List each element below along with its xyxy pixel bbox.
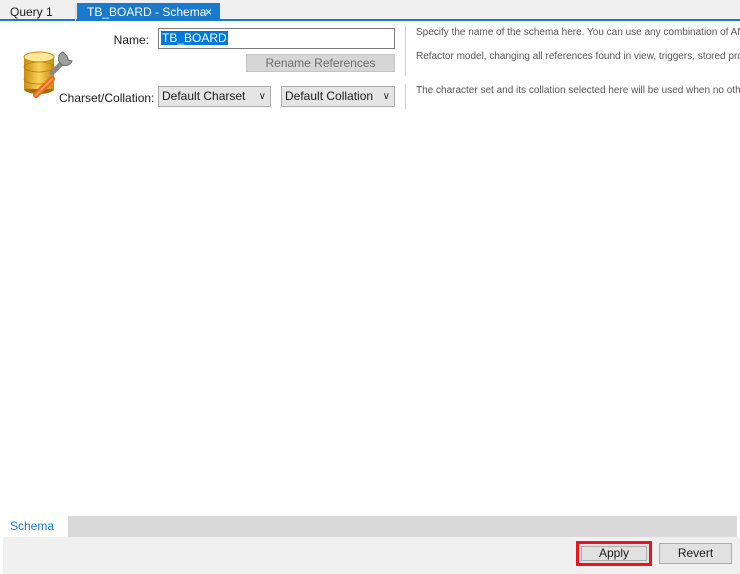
chevron-down-icon: ∨ [258, 91, 266, 102]
editor-tab-bar: Query 1 TB_BOARD - Schema × [0, 0, 740, 21]
footer-bar: Apply Revert [3, 537, 740, 574]
charset-help-text: The character set and its collation sele… [405, 84, 740, 109]
name-help-text: Specify the name of the schema here. You… [405, 26, 740, 76]
tab-label: TB_BOARD - Schema [87, 5, 207, 19]
name-label: Name: [113, 33, 149, 47]
collation-select[interactable]: Default Collation ∨ [281, 86, 395, 107]
chevron-down-icon: ∨ [382, 91, 390, 102]
charset-value: Default Charset [162, 89, 246, 103]
rename-references-button[interactable]: Rename References [246, 54, 395, 72]
tab-query-1[interactable]: Query 1 [0, 3, 76, 21]
tab-label: Query 1 [10, 5, 53, 19]
tab-schema[interactable]: TB_BOARD - Schema × [77, 3, 220, 21]
bottom-tab-bar: Schema [3, 516, 737, 537]
collation-value: Default Collation [285, 89, 374, 103]
schema-name-value: TB_BOARD [161, 31, 228, 45]
schema-name-input[interactable]: TB_BOARD [158, 28, 395, 49]
schema-editor-panel: Name: TB_BOARD Rename References Charset… [3, 21, 740, 516]
charset-select[interactable]: Default Charset ∨ [158, 86, 271, 107]
tab-schema-bottom[interactable]: Schema [3, 516, 68, 537]
apply-button[interactable]: Apply [576, 541, 652, 566]
help-line: The character set and its collation sele… [416, 85, 740, 96]
help-line: Specify the name of the schema here. You… [416, 27, 740, 38]
charset-collation-label: Charset/Collation: [59, 91, 155, 105]
apply-button-label: Apply [581, 546, 647, 561]
revert-button[interactable]: Revert [659, 543, 732, 564]
help-line: Refactor model, changing all references … [416, 51, 740, 62]
close-icon[interactable]: × [205, 3, 212, 21]
